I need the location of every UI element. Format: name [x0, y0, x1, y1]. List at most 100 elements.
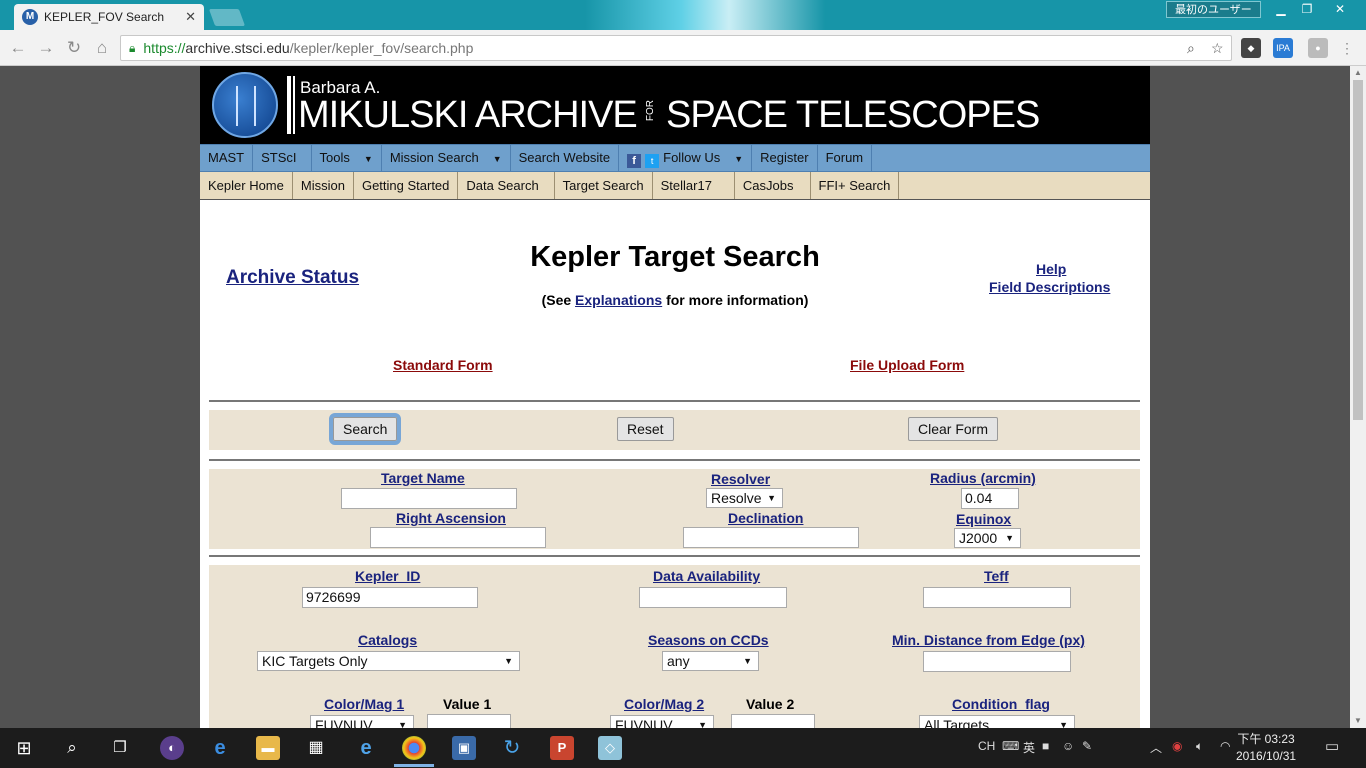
value1-input[interactable]	[427, 714, 511, 728]
ime-settings-icon[interactable]: ☺	[1062, 739, 1074, 753]
menu-mission-search[interactable]: Mission Search ▼	[382, 145, 511, 171]
notification-center-icon[interactable]: ▭	[1325, 737, 1339, 755]
kepler-menu-mission[interactable]: Mission	[293, 172, 354, 199]
bookmark-star-icon[interactable]: ☆	[1211, 40, 1224, 57]
forward-icon[interactable]: →	[35, 37, 57, 59]
target-name-input[interactable]	[341, 488, 517, 509]
data-availability-input[interactable]	[639, 587, 787, 608]
ime-mode[interactable]: 英	[1023, 739, 1035, 756]
address-bar[interactable]: 🔒︎ https://archive.stsci.edu/kepler/kepl…	[120, 35, 1232, 61]
reset-button[interactable]: Reset	[617, 417, 674, 441]
file-explorer-icon[interactable]: ▬	[256, 736, 280, 760]
kepler-id-label[interactable]: Kepler_ID	[355, 568, 420, 584]
volume-icon[interactable]: 🔈︎	[1196, 739, 1203, 754]
menu-mast[interactable]: MAST	[200, 145, 254, 171]
radius-label[interactable]: Radius (arcmin)	[930, 470, 1036, 486]
search-button[interactable]: Search	[328, 413, 402, 445]
menu-icon[interactable]: ⋮	[1336, 37, 1358, 59]
equinox-label[interactable]: Equinox	[956, 511, 1011, 527]
chrome-icon[interactable]	[402, 736, 426, 760]
ipa-extension-icon[interactable]: IPA	[1273, 38, 1293, 58]
search-icon[interactable]: ⌕	[60, 736, 84, 760]
target-name-label[interactable]: Target Name	[381, 470, 465, 486]
restore-icon[interactable]: ❐	[1294, 0, 1320, 18]
scroll-up-icon[interactable]: ▲	[1353, 68, 1363, 77]
kepler-menu-getting-started[interactable]: Getting Started	[354, 172, 459, 199]
field-descriptions-link[interactable]: Field Descriptions	[989, 279, 1110, 295]
store-icon[interactable]: ▦	[304, 736, 328, 760]
network-app-icon[interactable]: ▣	[452, 736, 476, 760]
min-distance-label[interactable]: Min. Distance from Edge (px)	[892, 632, 1085, 648]
kepler-menu-ffi-search[interactable]: FFI+ Search	[811, 172, 900, 199]
internet-explorer-icon[interactable]: e	[354, 736, 378, 760]
close-window-icon[interactable]: ✕	[1322, 0, 1358, 18]
condition-flag-select[interactable]: All Targets ▼	[919, 715, 1075, 728]
colormag2-label[interactable]: Color/Mag 2	[624, 696, 704, 712]
kepler-menu-data-search[interactable]: Data Search	[458, 172, 555, 199]
page-scrollbar[interactable]: ▲ ▼	[1350, 66, 1366, 728]
wifi-icon[interactable]: ◠	[1220, 739, 1230, 753]
ime-keyboard-icon[interactable]: ⌨	[1002, 739, 1019, 753]
home-icon[interactable]: ⌂	[91, 37, 113, 59]
data-availability-label[interactable]: Data Availability	[653, 568, 760, 584]
app-icon[interactable]: ◇	[598, 736, 622, 760]
resolver-select[interactable]: Resolve ▼	[706, 488, 783, 508]
menu-search-website[interactable]: Search Website	[511, 145, 620, 171]
min-distance-input[interactable]	[923, 651, 1071, 672]
catalogs-select[interactable]: KIC Targets Only ▼	[257, 651, 520, 671]
twitter-icon[interactable]: t	[645, 154, 660, 168]
zoom-icon[interactable]: ⌕	[1187, 40, 1195, 57]
ime-fullwidth-icon[interactable]: ■	[1042, 739, 1049, 753]
scrollbar-thumb[interactable]	[1353, 80, 1363, 420]
right-ascension-label[interactable]: Right Ascension	[396, 510, 506, 526]
minimize-icon[interactable]: ▁	[1268, 0, 1294, 18]
kepler-menu-casjobs[interactable]: CasJobs	[735, 172, 811, 199]
tab-close-icon[interactable]: ✕	[185, 9, 196, 25]
sync-app-icon[interactable]: ↻	[500, 736, 524, 760]
value2-input[interactable]	[731, 714, 815, 728]
declination-label[interactable]: Declination	[728, 510, 803, 526]
help-link[interactable]: Help	[1036, 261, 1066, 277]
teff-input[interactable]	[923, 587, 1071, 608]
menu-tools[interactable]: Tools ▼	[312, 145, 382, 171]
menu-follow-us[interactable]: f t Follow Us ▼	[619, 145, 753, 171]
ime-ch[interactable]: CH	[978, 739, 995, 753]
facebook-icon[interactable]: f	[627, 154, 642, 168]
radius-input[interactable]: 0.04	[961, 488, 1019, 509]
menu-register[interactable]: Register	[752, 145, 818, 171]
clear-form-button[interactable]: Clear Form	[908, 417, 999, 441]
new-tab-button[interactable]	[208, 9, 246, 26]
declination-input[interactable]	[683, 527, 859, 548]
catalogs-label[interactable]: Catalogs	[358, 632, 417, 648]
colormag2-select[interactable]: FUVNUV ▼	[610, 715, 714, 728]
seasons-select[interactable]: any ▼	[662, 651, 759, 671]
extension-shield-icon[interactable]: ◆	[1241, 38, 1261, 58]
explanations-link[interactable]: Explanations	[575, 292, 662, 308]
equinox-select[interactable]: J2000 ▼	[954, 528, 1021, 548]
powerpoint-icon[interactable]: P	[550, 736, 574, 760]
kepler-menu-target-search[interactable]: Target Search	[555, 172, 653, 199]
back-icon[interactable]: ←	[7, 37, 29, 59]
profile-button[interactable]: 最初のユーザー	[1166, 1, 1261, 18]
resolver-label[interactable]: Resolver	[711, 471, 770, 487]
scroll-down-icon[interactable]: ▼	[1353, 716, 1363, 725]
reload-icon[interactable]: ↻	[63, 37, 85, 59]
browser-tab[interactable]: M KEPLER_FOV Search ✕	[14, 4, 204, 30]
edge-icon[interactable]: e	[208, 736, 232, 760]
condition-flag-label[interactable]: Condition_flag	[952, 696, 1050, 712]
file-upload-form-link[interactable]: File Upload Form	[850, 357, 964, 373]
extension-grey-icon[interactable]: ●	[1308, 38, 1328, 58]
clock[interactable]: 下午 03:23 2016/10/31	[1236, 731, 1296, 765]
colormag1-label[interactable]: Color/Mag 1	[324, 696, 404, 712]
task-view-icon[interactable]: ❐	[108, 736, 132, 760]
teff-label[interactable]: Teff	[984, 568, 1009, 584]
seasons-label[interactable]: Seasons on CCDs	[648, 632, 769, 648]
colormag1-select[interactable]: FUVNUV ▼	[310, 715, 414, 728]
kepler-id-input[interactable]: 9726699	[302, 587, 478, 608]
ime-pad-icon[interactable]: ✎	[1082, 739, 1092, 753]
show-hidden-icons-icon[interactable]: ︿	[1150, 739, 1162, 756]
kepler-menu-home[interactable]: Kepler Home	[200, 172, 293, 199]
mast-logo-icon[interactable]	[212, 72, 278, 138]
antivirus-icon[interactable]: ◉	[1172, 739, 1182, 753]
kepler-menu-stellar17[interactable]: Stellar17	[653, 172, 735, 199]
